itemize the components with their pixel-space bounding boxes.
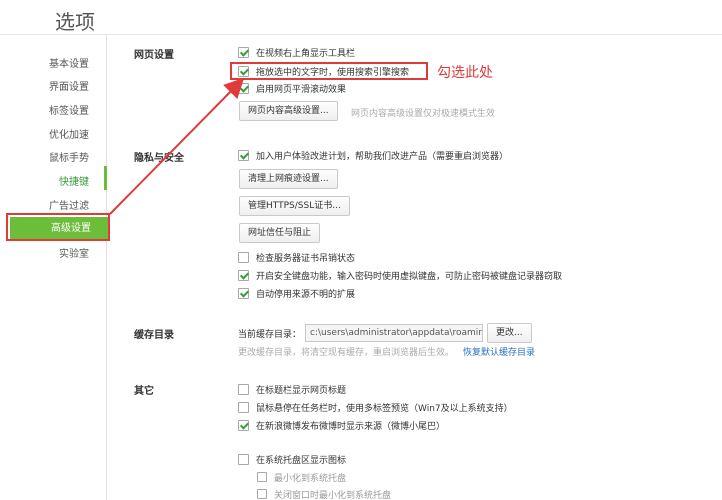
option-disable-unknown-ext[interactable]: 自动停用来源不明的扩展	[238, 286, 355, 300]
checkbox-secure-keyboard[interactable]	[238, 269, 249, 281]
restore-cache-link[interactable]: 恢复默认缓存目录	[463, 345, 535, 358]
option-ux-program[interactable]: 加入用户体验改进计划，帮助我们改进产品（需要重启浏览器）	[238, 148, 508, 162]
checkbox-title-in-bar[interactable]	[238, 383, 249, 395]
sidebar-item-basic[interactable]: 基本设置	[49, 55, 89, 70]
option-secure-keyboard-label: 开启安全键盘功能，输入密码时使用虚拟键盘，可防止密码被键盘记录器窃取	[256, 271, 563, 282]
checkbox-weibo-source[interactable]	[238, 419, 249, 431]
option-disable-unknown-ext-label: 自动停用来源不明的扩展	[256, 289, 356, 300]
option-tray-icon-label: 在系统托盘区显示图标	[256, 455, 347, 466]
option-taskbar-preview-label: 鼠标悬停在任务栏时，使用多标签预览（Win7及以上系统支持）	[256, 403, 513, 414]
checkbox-close-to-tray[interactable]	[257, 489, 267, 499]
option-minimize-tray[interactable]: 最小化到系统托盘	[257, 470, 346, 484]
option-title-in-bar[interactable]: 在标题栏显示网页标题	[238, 382, 346, 396]
change-cache-button[interactable]: 更改...	[487, 323, 532, 343]
title-divider	[0, 34, 722, 35]
url-trust-button[interactable]: 网址信任与阻止	[239, 223, 321, 243]
checkbox-minimize-tray[interactable]	[257, 472, 267, 482]
checkbox-cert-revocation[interactable]	[238, 251, 249, 263]
option-title-in-bar-label: 在标题栏显示网页标题	[256, 385, 347, 396]
option-weibo-source[interactable]: 在新浪微博发布微博时显示来源（微博小尾巴）	[238, 418, 445, 432]
active-indicator	[104, 166, 107, 190]
section-privacy-title: 隐私与安全	[134, 153, 184, 164]
sidebar-item-lab[interactable]: 实验室	[59, 245, 89, 260]
option-smooth-scroll-label: 启用网页平滑滚动效果	[256, 84, 347, 95]
section-other-title: 其它	[134, 386, 154, 397]
option-cert-revocation-label: 检查服务器证书吊销状态	[256, 253, 356, 264]
sidebar-item-optimize[interactable]: 优化加速	[49, 126, 89, 141]
option-video-toolbar[interactable]: 在视频右上角显示工具栏	[238, 45, 355, 59]
sidebar-item-interface[interactable]: 界面设置	[49, 78, 89, 93]
sidebar-item-shortcuts[interactable]: 快捷键	[59, 173, 89, 188]
cache-current-label: 当前缓存目录：	[238, 330, 302, 340]
section-web-title: 网页设置	[134, 50, 174, 61]
option-close-to-tray[interactable]: 关闭窗口时最小化到系统托盘	[257, 487, 391, 500]
option-cert-revocation[interactable]: 检查服务器证书吊销状态	[238, 250, 355, 264]
highlight-box-advanced	[6, 213, 110, 241]
option-taskbar-preview[interactable]: 鼠标悬停在任务栏时，使用多标签预览（Win7及以上系统支持）	[238, 400, 513, 414]
option-secure-keyboard[interactable]: 开启安全键盘功能，输入密码时使用虚拟键盘，可防止密码被键盘记录器窃取	[238, 268, 562, 282]
cache-path-input[interactable]: c:\users\administrator\appdata\roaming\3…	[305, 324, 483, 342]
clear-traces-button[interactable]: 清理上网痕迹设置...	[239, 169, 338, 189]
highlight-box-drag-search	[230, 62, 428, 80]
option-close-to-tray-label: 关闭窗口时最小化到系统托盘	[274, 490, 392, 500]
annotation-text: 勾选此处	[437, 65, 493, 81]
manage-certs-button[interactable]: 管理HTTPS/SSL证书...	[239, 196, 350, 216]
checkbox-smooth-scroll[interactable]	[238, 82, 249, 94]
sidebar: 基本设置 界面设置 标签设置 优化加速 鼠标手势 快捷键 广告过滤 实验室	[0, 35, 107, 500]
sidebar-item-tabs[interactable]: 标签设置	[49, 102, 89, 117]
cache-hint: 更改缓存目录，将清空现有缓存，重启浏览器后生效。	[238, 348, 455, 358]
sidebar-item-gestures[interactable]: 鼠标手势	[49, 149, 89, 164]
checkbox-tray-icon[interactable]	[238, 453, 249, 465]
option-minimize-tray-label: 最小化到系统托盘	[274, 473, 347, 484]
option-smooth-scroll[interactable]: 启用网页平滑滚动效果	[238, 81, 346, 95]
option-tray-icon[interactable]: 在系统托盘区显示图标	[238, 452, 346, 466]
checkbox-video-toolbar[interactable]	[238, 46, 249, 58]
checkbox-disable-unknown-ext[interactable]	[238, 287, 249, 299]
web-content-hint: 网页内容高级设置仅对极速模式生效	[351, 109, 496, 119]
option-ux-program-label: 加入用户体验改进计划，帮助我们改进产品（需要重启浏览器）	[256, 151, 509, 162]
checkbox-taskbar-preview[interactable]	[238, 401, 249, 413]
option-weibo-source-label: 在新浪微博发布微博时显示来源（微博小尾巴）	[256, 421, 446, 432]
web-content-advanced-button[interactable]: 网页内容高级设置...	[239, 101, 338, 121]
checkbox-ux-program[interactable]	[238, 149, 249, 161]
sidebar-item-adblock[interactable]: 广告过滤	[49, 197, 89, 212]
page-title: 选项	[55, 10, 95, 34]
section-cache-title: 缓存目录	[134, 330, 174, 341]
option-video-toolbar-label: 在视频右上角显示工具栏	[256, 48, 356, 59]
